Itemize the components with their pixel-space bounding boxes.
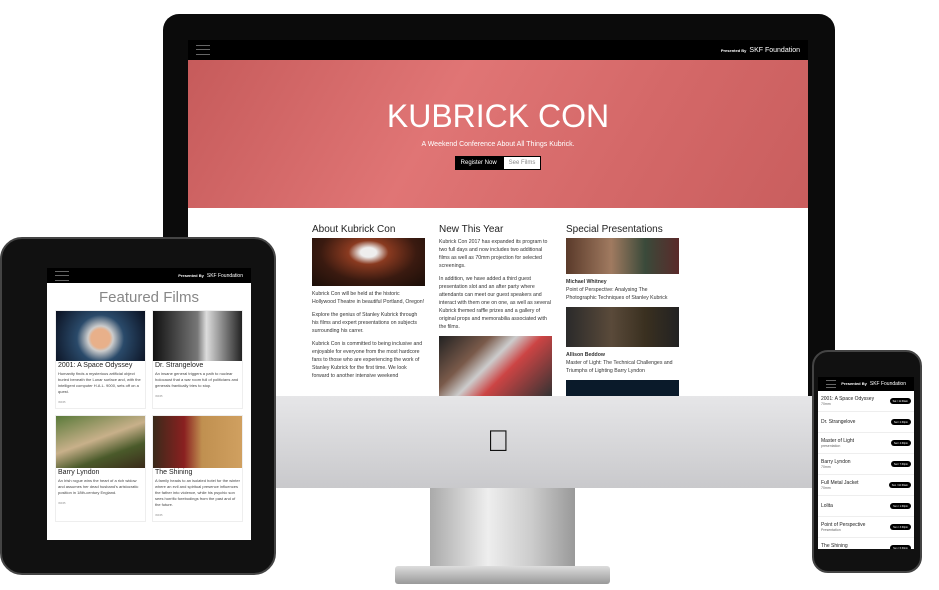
film-title: 2001: A Space Odyssey [58,362,133,369]
film-desc: An Irish rogue wins the heart of a rich … [58,478,139,495]
hero-title: KUBRICK CON [386,98,610,134]
schedule-item[interactable]: 2001: A Space Odyssey 70mm Sat / 11:30am [818,391,914,412]
about-heading: About Kubrick Con [312,224,396,235]
film-desc: A family heads to an isolated hotel for … [155,478,240,507]
brand[interactable]: Presented By SKF Foundation [841,381,906,387]
about-text: Explore the genius of Stanley Kubrick th… [312,312,418,334]
menu-icon[interactable] [826,380,836,388]
imdb-link[interactable]: IMDB [58,399,143,405]
film-image [153,311,242,361]
schedule-subtitle: 70mm [821,402,831,406]
film-image [153,416,242,468]
schedule-subtitle: Presentation [821,528,841,532]
menu-icon[interactable] [196,45,210,55]
apple-logo-icon:  [487,425,510,459]
theatre-image [312,238,425,286]
about-section: About Kubrick Con Kubrick Con will be he… [312,224,425,396]
schedule-item[interactable]: Point of Perspective Presentation Sun / 3:… [818,517,914,538]
presentation-title: Master of Light: The Technical Challenge… [566,360,673,374]
presentation-image [566,307,679,347]
time-badge: Sat / 4:30pm [890,440,911,446]
phone-screen: Presented By SKF Foundation 2001: A Space… [818,377,914,549]
time-badge: Sun / 3:30pm [890,524,911,530]
featured-films-title: Featured Films [98,289,200,306]
film-card[interactable]: Barry Lyndon An Irish rogue wins the hear… [55,415,146,522]
see-films-button[interactable]: See Films [502,156,542,170]
schedule-title: Dr. Strangelove [821,419,856,425]
new-text: In addition, we have added a third guest… [439,276,551,330]
schedule-item[interactable]: Dr. Strangelove Sat / 2:30pm [818,412,914,433]
film-card[interactable]: 2001: A Space Odyssey Humanity finds a my… [55,310,146,409]
register-button[interactable]: Register Now [454,156,503,170]
schedule-title: Lolita [821,503,833,509]
schedule-list: 2001: A Space Odyssey 70mm Sat / 11:30am Dr… [818,391,914,549]
film-image [56,311,145,361]
presentation-title: Point of Perspective: Analysing The Phot… [566,287,668,301]
desktop-screen: Presented By SKF Foundation KUBRICK CON A… [188,40,808,396]
new-section: New This Year Kubrick Con 2017 has expan… [439,224,552,396]
special-section: Special Presentations Michael Whitney Poi… [566,224,679,396]
brand[interactable]: Presented By SKF Foundation [178,273,243,279]
menu-icon[interactable] [55,270,69,281]
hero: KUBRICK CON A Weekend Conference About A… [188,60,808,208]
imac-stand [430,488,575,568]
schedule-item[interactable]: Master of Light presentation Sat / 4:30pm [818,433,914,454]
time-badge: Sat / 11:30am [889,398,911,404]
schedule-item[interactable]: Full Metal Jacket 70mm Sun / 10:30am [818,475,914,496]
presenter-name: Allison Beddow [566,352,605,358]
schedule-subtitle: presentation [821,444,841,448]
presentation-image [566,238,679,274]
time-badge: Sun / 6:30pm [890,545,911,549]
imdb-link[interactable]: IMDB [155,393,240,399]
schedule-subtitle: 70mm [821,486,831,490]
special-heading: Special Presentations [566,224,663,235]
schedule-item[interactable]: Barry Lyndon 70mm Sat / 7:30pm [818,454,914,475]
film-card[interactable]: The Shining A family heads to an isolated… [152,415,243,522]
time-badge: Sun / 10:30am [888,482,911,488]
desktop-navbar: Presented By SKF Foundation [188,40,808,60]
hero-subtitle: A Weekend Conference About All Things Ku… [421,141,575,148]
film-title: Dr. Strangelove [155,362,204,369]
brand[interactable]: Presented By SKF Foundation [721,47,800,54]
tablet-screen: Presented By SKF Foundation Featured Film… [47,268,251,540]
schedule-item[interactable]: The Shining70mmSun / 6:30pm [818,538,914,549]
presenter-name: Michael Whitney [566,279,607,285]
imdb-link[interactable]: IMDB [58,500,143,506]
presentation-image [566,380,679,396]
film-desc: Humanity finds a mysterious artificial o… [58,371,141,394]
time-badge: Sat / 7:30pm [890,461,911,467]
schedule-subtitle: 70mm [821,465,831,469]
film-title: Barry Lyndon [58,469,100,476]
film-image [56,416,145,468]
about-text: Kubrick Con is committed to being inclus… [312,341,423,379]
time-badge: Sun / 1:30pm [890,503,911,509]
film-card[interactable]: Dr. Strangelove An insane general trigger… [152,310,243,409]
imac-stand-base [395,566,610,584]
new-heading: New This Year [439,224,504,235]
film-desc: An insane general triggers a path to nuc… [155,371,239,388]
phone-navbar: Presented By SKF Foundation [818,377,914,391]
tablet-navbar: Presented By SKF Foundation [47,268,251,283]
memorabilia-image [439,336,552,396]
schedule-item[interactable]: Lolita Sun / 1:30pm [818,496,914,517]
time-badge: Sat / 2:30pm [890,419,911,425]
imdb-link[interactable]: IMDB [155,512,240,518]
about-text: Kubrick Con will be held at the historic… [312,291,425,305]
film-title: The Shining [155,469,193,476]
new-text: Kubrick Con 2017 has expanded its progra… [439,239,548,269]
